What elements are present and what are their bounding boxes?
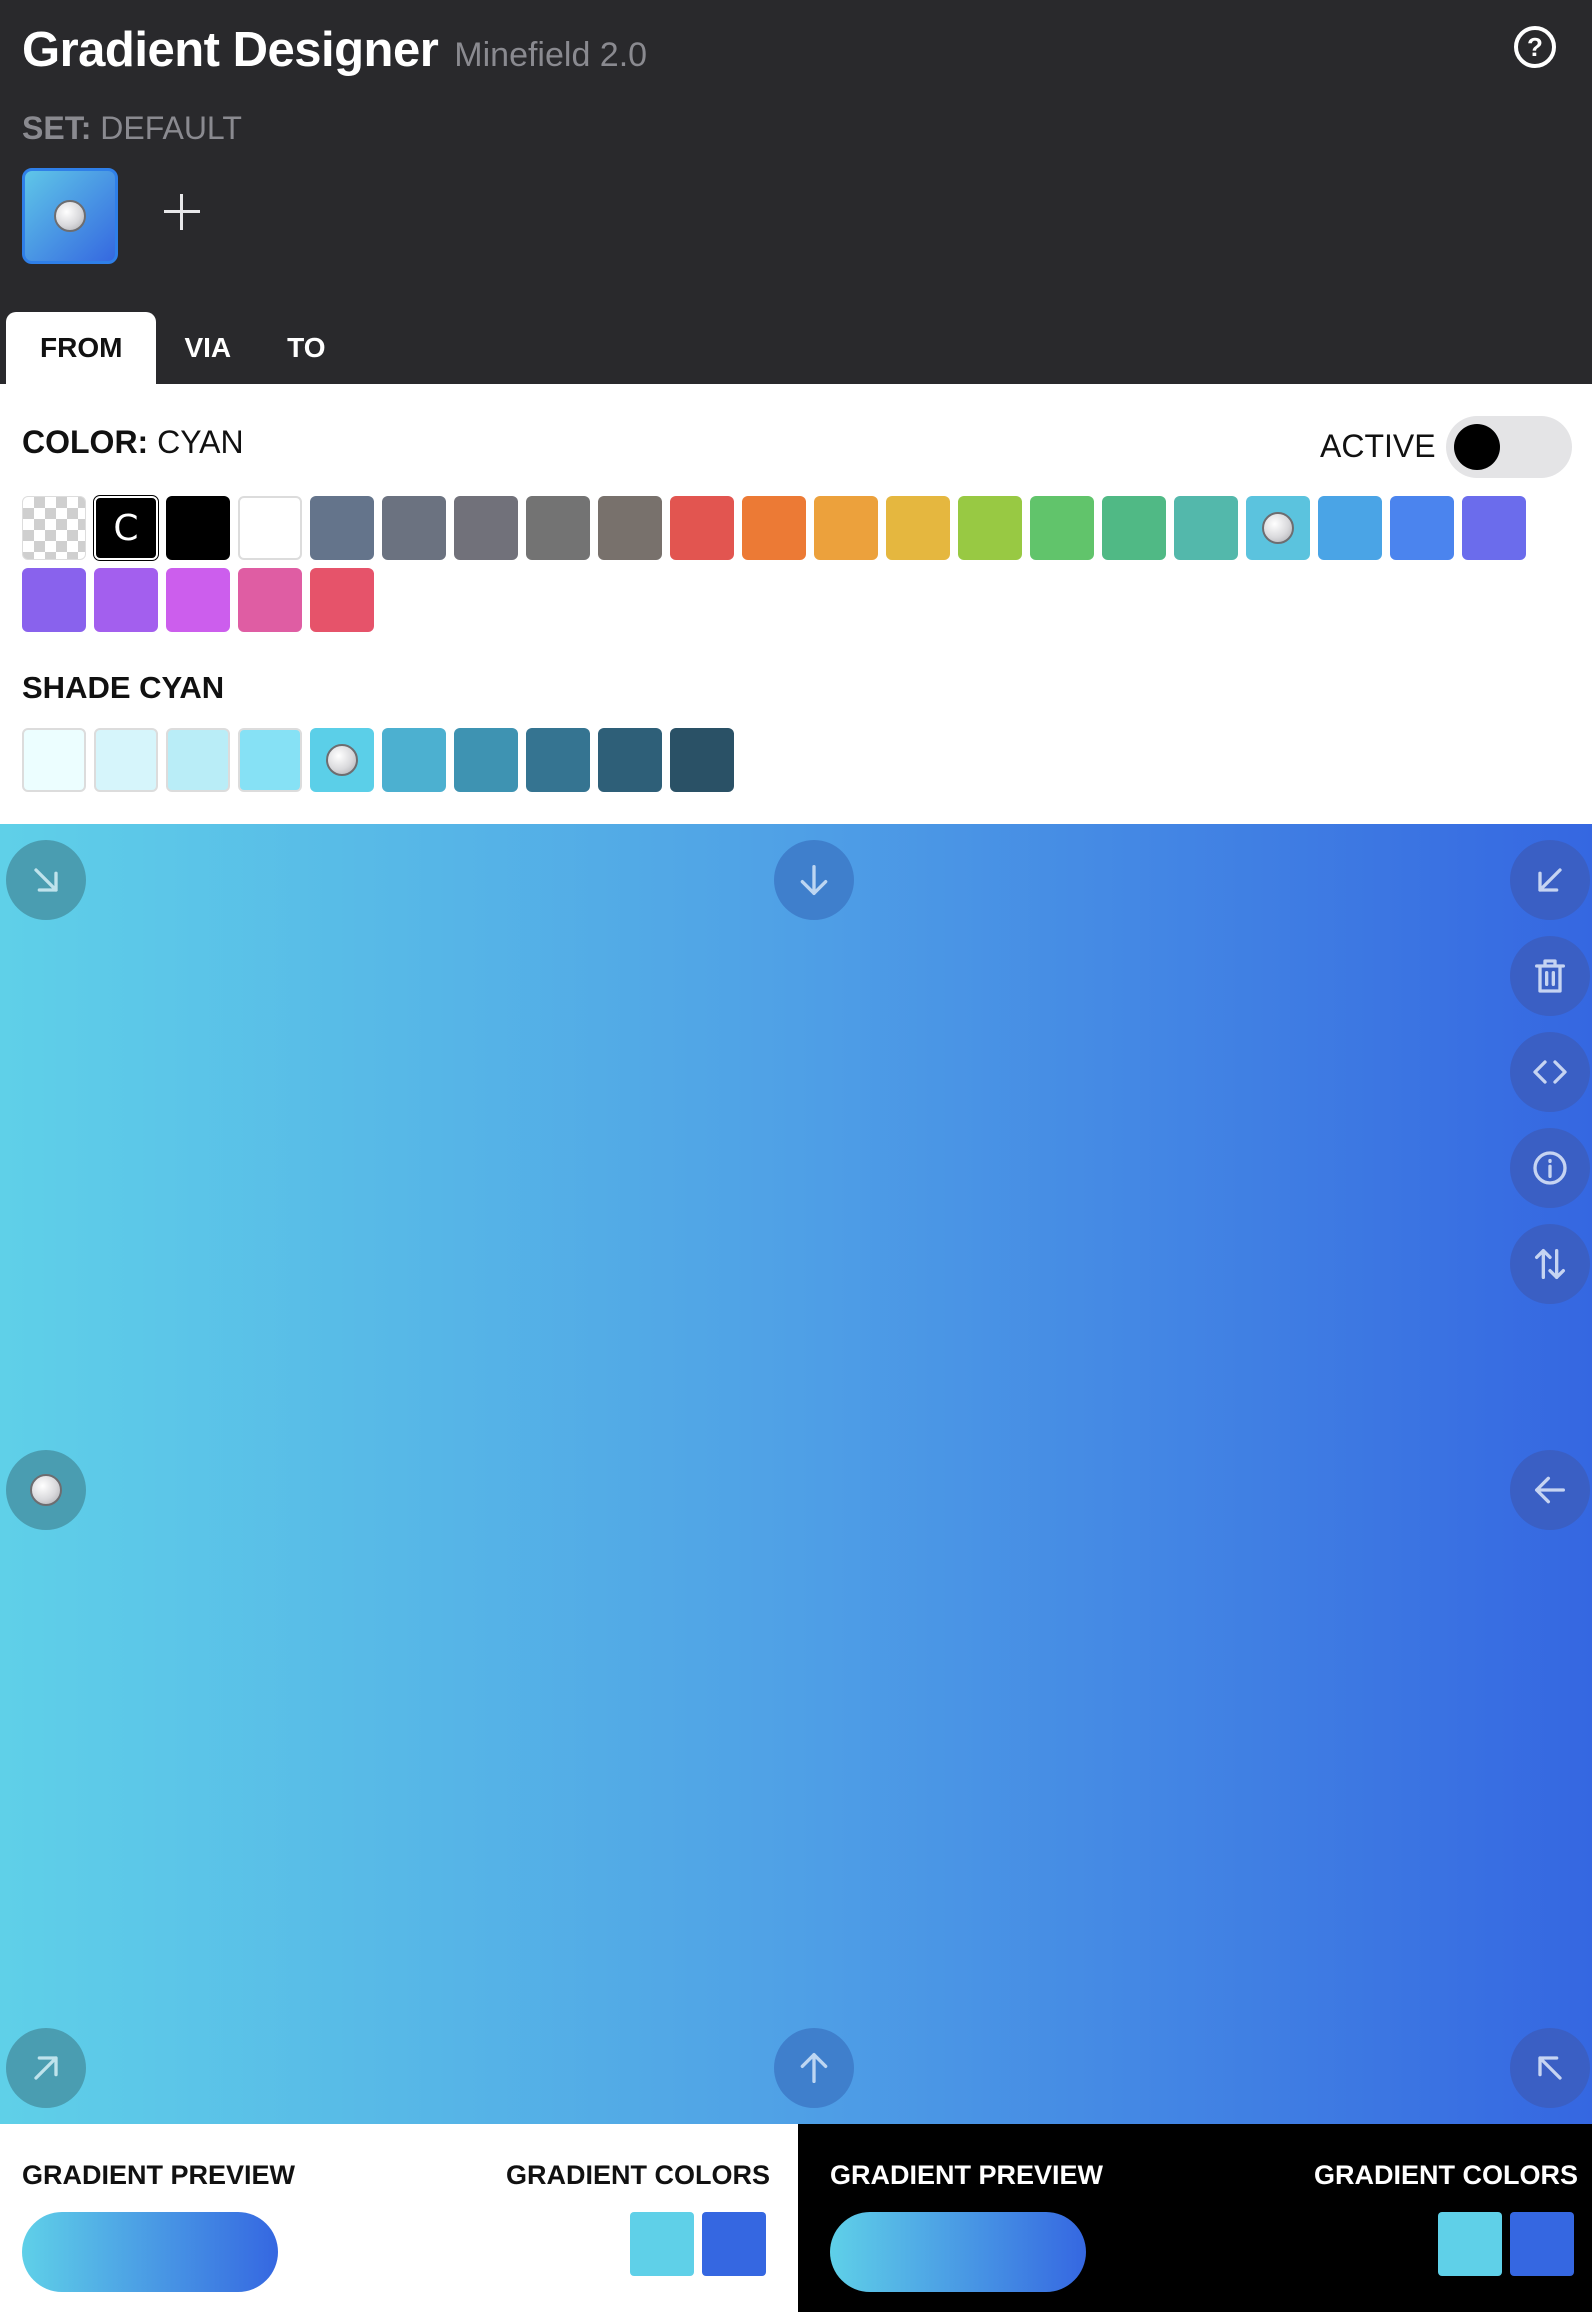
swatch-color[interactable] [1246, 496, 1310, 560]
swatch-color[interactable] [166, 568, 230, 632]
swatch-color[interactable] [670, 496, 734, 560]
light-preview-label: GRADIENT PREVIEW [22, 2160, 296, 2190]
swatch-color[interactable] [1462, 496, 1526, 560]
tab-to[interactable]: TO [259, 312, 353, 384]
swatch-custom[interactable]: C [93, 495, 159, 561]
swatch-color[interactable] [22, 568, 86, 632]
shade-swatch[interactable] [238, 728, 302, 792]
set-prefix: SET: [22, 110, 92, 146]
swatch-color[interactable] [310, 496, 374, 560]
swatch-transparent[interactable] [22, 496, 86, 560]
swatch-color[interactable] [94, 568, 158, 632]
shade-swatch[interactable] [598, 728, 662, 792]
shade-swatch[interactable] [670, 728, 734, 792]
color-value: CYAN [157, 424, 244, 460]
shade-swatch[interactable] [94, 728, 158, 792]
gradient-canvas[interactable] [0, 824, 1592, 2124]
swatch-color[interactable] [526, 496, 590, 560]
stop-tabs: FROM VIA TO [6, 312, 354, 384]
arrow-up-right-icon[interactable] [6, 2028, 86, 2108]
selected-dot-icon [54, 200, 86, 232]
preview-light: GRADIENT PREVIEW GRADIENT COLORS [0, 2124, 798, 2312]
light-color-from [630, 2212, 694, 2276]
swatch-color[interactable] [1102, 496, 1166, 560]
shade-swatch[interactable] [526, 728, 590, 792]
swatch-color[interactable] [454, 496, 518, 560]
dark-preview-label: GRADIENT PREVIEW [830, 2160, 1104, 2190]
swatch-color[interactable] [382, 496, 446, 560]
shade-swatch[interactable] [166, 728, 230, 792]
custom-glyph: C [113, 507, 139, 549]
tab-from[interactable]: FROM [6, 312, 157, 384]
active-label: ACTIVE [1320, 428, 1436, 464]
color-prefix: COLOR: [22, 424, 149, 460]
active-toggle[interactable] [1446, 416, 1572, 478]
color-panel: COLOR: CYAN ACTIVE C SHADE CYAN [0, 384, 1592, 824]
swatch-color[interactable] [598, 496, 662, 560]
swatch-color[interactable] [1174, 496, 1238, 560]
shade-swatch[interactable] [22, 728, 86, 792]
swatch-color[interactable] [1390, 496, 1454, 560]
swap-vertical-icon[interactable] [1510, 1224, 1590, 1304]
arrow-up-icon[interactable] [774, 2028, 854, 2108]
add-gradient-plus-icon[interactable] [160, 190, 204, 234]
swatch-color[interactable] [958, 496, 1022, 560]
swatch-color[interactable] [886, 496, 950, 560]
arrow-down-right-icon[interactable] [6, 840, 86, 920]
tab-via[interactable]: VIA [156, 312, 259, 384]
app-header: Gradient Designer Minefield 2.0 ? SET: D… [0, 0, 1592, 384]
selected-dot-icon [30, 1474, 62, 1506]
trash-icon[interactable] [1510, 936, 1590, 1016]
swatch-color[interactable] [814, 496, 878, 560]
swatch-color[interactable] [238, 496, 302, 560]
selected-dot-icon [1262, 512, 1294, 544]
swatch-color[interactable] [1318, 496, 1382, 560]
arrow-down-left-icon[interactable] [1510, 840, 1590, 920]
toggle-knob [1454, 424, 1500, 470]
dark-colors-label: GRADIENT COLORS [1314, 2160, 1579, 2190]
app-title: Gradient Designer [22, 23, 439, 77]
shade-swatch[interactable] [454, 728, 518, 792]
help-glyph: ? [1527, 31, 1543, 62]
swatch-color[interactable] [166, 496, 230, 560]
set-label: SET: DEFAULT [22, 110, 242, 147]
title-row: Gradient Designer Minefield 2.0 [22, 22, 647, 78]
shade-swatch[interactable] [310, 728, 374, 792]
light-gradient-pill [22, 2212, 278, 2292]
arrow-up-left-icon[interactable] [1510, 2028, 1590, 2108]
dark-color-from [1438, 2212, 1502, 2276]
arrow-down-icon[interactable] [774, 840, 854, 920]
swatch-color[interactable] [310, 568, 374, 632]
light-color-to [702, 2212, 766, 2276]
gradient-thumbnail[interactable] [22, 168, 118, 264]
swatch-color[interactable] [238, 568, 302, 632]
preview-dark: GRADIENT PREVIEW GRADIENT COLORS [798, 2124, 1592, 2312]
question-circle-icon[interactable]: ? [1514, 26, 1556, 68]
dark-color-to [1510, 2212, 1574, 2276]
set-name: DEFAULT [100, 110, 242, 146]
app-subtitle: Minefield 2.0 [454, 36, 648, 74]
arrow-left-icon[interactable] [1510, 1450, 1590, 1530]
color-label: COLOR: CYAN [22, 424, 244, 461]
swatch-color[interactable] [1030, 496, 1094, 560]
selected-dot-icon [326, 744, 358, 776]
from-stop-handle[interactable] [6, 1450, 86, 1530]
swatch-color[interactable] [742, 496, 806, 560]
code-icon[interactable] [1510, 1032, 1590, 1112]
shade-swatch[interactable] [382, 728, 446, 792]
dark-gradient-pill [830, 2212, 1086, 2292]
info-icon[interactable] [1510, 1128, 1590, 1208]
shade-label: SHADE CYAN [22, 670, 225, 705]
light-colors-label: GRADIENT COLORS [506, 2160, 771, 2190]
